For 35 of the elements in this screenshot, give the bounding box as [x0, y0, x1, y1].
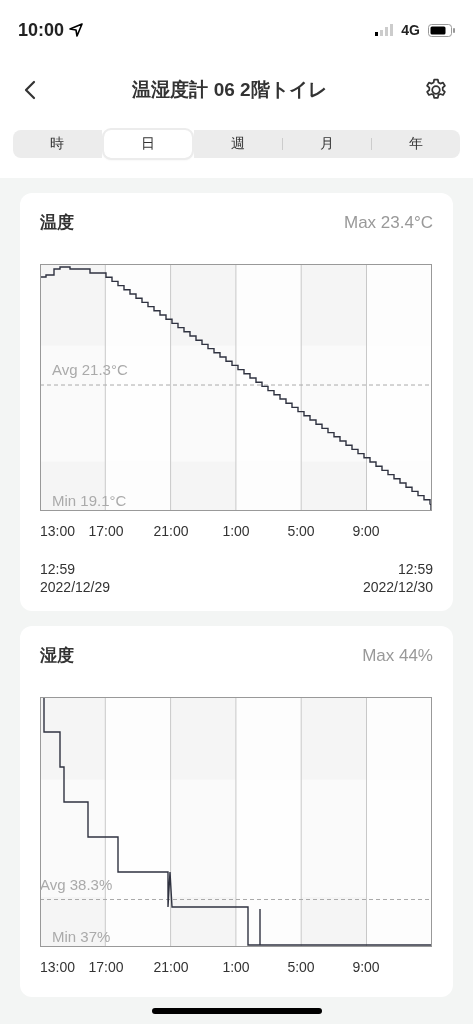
- network-label: 4G: [401, 22, 420, 38]
- signal-icon: [375, 24, 394, 36]
- period-tab[interactable]: 日: [103, 130, 192, 158]
- range-start-date: 2022/12/29: [40, 579, 111, 595]
- axis-label: 1:00: [222, 523, 250, 539]
- period-tab[interactable]: 年: [372, 130, 460, 158]
- axis-label: 17:00: [88, 523, 124, 539]
- axis-label: 21:00: [153, 523, 189, 539]
- axis-label: 1:00: [222, 959, 250, 975]
- max-label: Max 44%: [362, 645, 433, 666]
- page-title: 温湿度計 06 2階トイレ: [132, 78, 327, 102]
- axis-label: 21:00: [153, 959, 189, 975]
- card-title: 温度: [40, 212, 74, 234]
- axis-label: 5:00: [287, 523, 315, 539]
- back-icon[interactable]: [24, 80, 36, 100]
- location-arrow-icon: [69, 23, 84, 37]
- average-label: Avg 21.3°C: [52, 361, 128, 378]
- max-label: Max 23.4°C: [344, 212, 433, 233]
- range-start-time: 12:59: [40, 561, 77, 577]
- period-tab[interactable]: 月: [283, 130, 372, 158]
- battery-icon: [428, 23, 455, 37]
- range-end-time: 12:59: [397, 561, 433, 577]
- range-end-date: 2022/12/30: [362, 579, 433, 595]
- card-title: 湿度: [40, 645, 74, 667]
- status-time: 10:00: [18, 19, 65, 41]
- period-tab[interactable]: 時: [13, 130, 101, 158]
- minimum-label: Min 19.1°C: [52, 492, 127, 509]
- axis-label: 13:00: [40, 959, 76, 975]
- axis-label: 5:00: [287, 959, 315, 975]
- period-tab[interactable]: 週: [194, 130, 283, 158]
- axis-label: 9:00: [352, 523, 380, 539]
- axis-label: 17:00: [88, 959, 124, 975]
- axis-label: 9:00: [352, 959, 380, 975]
- axis-label: 13:00: [40, 523, 76, 539]
- minimum-label: Min 37%: [52, 928, 111, 945]
